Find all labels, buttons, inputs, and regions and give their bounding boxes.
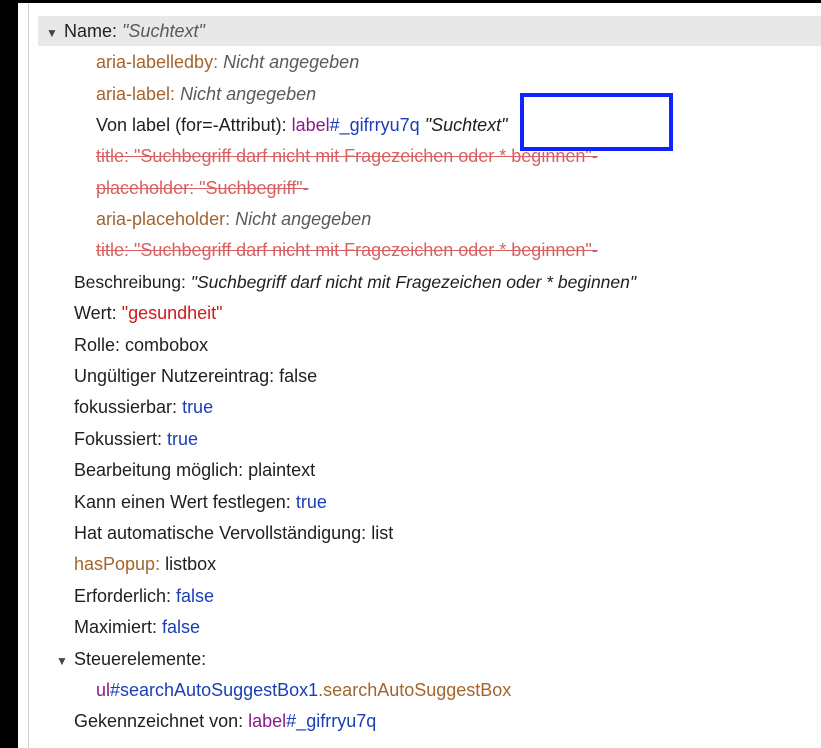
property-haspopup: hasPopup: listbox xyxy=(74,549,216,579)
erforderlich-key: Erforderlich: xyxy=(74,586,172,606)
title2-key: title: xyxy=(96,240,130,260)
window-left-border xyxy=(0,0,18,748)
property-maximiert: Maximiert: false xyxy=(74,612,200,642)
ungueltig-key: Ungültiger Nutzereintrag: xyxy=(74,366,275,386)
rolle-value: combobox xyxy=(125,335,209,355)
tree-node-name[interactable]: ▼ Name: "Suchtext" xyxy=(46,16,205,46)
aria-placeholder-value: Nicht angegeben xyxy=(235,209,372,229)
gekennzeichnet-key: Gekennzeichnet von: xyxy=(74,711,244,731)
steuerelemente-label: Steuerelemente: xyxy=(74,649,207,669)
von-label-ref-prefix[interactable]: label xyxy=(292,115,330,135)
kann-wert-value: true xyxy=(295,492,327,512)
autovervoll-value: list xyxy=(371,523,394,543)
gekennzeichnet-ref-id[interactable]: #_gifrryu7q xyxy=(286,711,376,731)
autovervoll-key: Hat automatische Vervollständigung: xyxy=(74,523,367,543)
property-aria-placeholder: aria-placeholder: Nicht angegeben xyxy=(96,204,371,234)
haspopup-value: listbox xyxy=(165,554,217,574)
name-value: "Suchtext" xyxy=(122,21,205,41)
wert-value: "gesundheit" xyxy=(121,303,223,323)
property-fokussiert: Fokussiert: true xyxy=(74,424,198,454)
property-aria-labelledby: aria-labelledby: Nicht angegeben xyxy=(96,47,359,77)
placeholder-value: "Suchbegriff" xyxy=(199,178,303,198)
panel-gutter xyxy=(18,0,28,748)
accessibility-properties-panel: ▼ Name: "Suchtext" aria-labelledby: Nicht… xyxy=(0,0,821,748)
aria-label-key: aria-label: xyxy=(96,84,176,104)
property-title-overridden-2: title: "Suchbegriff darf nicht mit Frage… xyxy=(96,235,598,265)
steuerelemente-ref-class[interactable]: .searchAutoSuggestBox xyxy=(318,680,511,700)
placeholder-key: placeholder: xyxy=(96,178,195,198)
property-ungueltig: Ungültiger Nutzereintrag: false xyxy=(74,361,317,391)
wert-key: Wert: xyxy=(74,303,117,323)
bearbeitung-value: plaintext xyxy=(248,460,316,480)
beschreibung-key: Beschreibung: xyxy=(74,272,186,292)
maximiert-key: Maximiert: xyxy=(74,617,158,637)
triangle-down-icon[interactable]: ▼ xyxy=(56,646,74,676)
von-label-key: Von label (for=-Attribut): xyxy=(96,115,287,135)
title2-value: "Suchbegriff darf nicht mit Fragezeichen… xyxy=(134,240,592,260)
von-label-value: "Suchtext" xyxy=(424,115,508,135)
property-beschreibung: Beschreibung: "Suchbegriff darf nicht mi… xyxy=(74,267,636,297)
rolle-key: Rolle: xyxy=(74,335,121,355)
property-kann-wert: Kann einen Wert festlegen: true xyxy=(74,487,327,517)
ungueltig-value: false xyxy=(279,366,318,386)
maximiert-value: false xyxy=(162,617,201,637)
beschreibung-value: "Suchbegriff darf nicht mit Fragezeichen… xyxy=(190,272,637,292)
aria-labelledby-key: aria-labelledby: xyxy=(96,52,219,72)
title-key: title: xyxy=(96,146,130,166)
triangle-down-icon[interactable]: ▼ xyxy=(46,18,64,48)
property-fokussierbar: fokussierbar: true xyxy=(74,392,213,422)
steuerelemente-ref-id[interactable]: #searchAutoSuggestBox1 xyxy=(110,680,318,700)
window-top-border xyxy=(18,0,821,3)
aria-labelledby-value: Nicht angegeben xyxy=(223,52,360,72)
kann-wert-key: Kann einen Wert festlegen: xyxy=(74,492,291,512)
property-autovervollstaendigung: Hat automatische Vervollständigung: list xyxy=(74,518,393,548)
gekennzeichnet-ref-prefix[interactable]: label xyxy=(248,711,286,731)
fokussiert-value: true xyxy=(167,429,199,449)
placeholder-suffix: - xyxy=(302,178,309,198)
fokussierbar-key: fokussierbar: xyxy=(74,397,178,417)
fokussiert-key: Fokussiert: xyxy=(74,429,163,449)
property-bearbeitung: Bearbeitung möglich: plaintext xyxy=(74,455,315,485)
property-wert: Wert: "gesundheit" xyxy=(74,298,223,328)
aria-placeholder-key: aria-placeholder: xyxy=(96,209,231,229)
title2-suffix: - xyxy=(591,240,598,260)
steuerelemente-ref-prefix[interactable]: ul xyxy=(96,680,110,700)
name-label: Name: xyxy=(64,21,118,41)
haspopup-key: hasPopup: xyxy=(74,554,161,574)
property-von-label: Von label (for=-Attribut): label#_gifrry… xyxy=(96,110,508,140)
property-rolle: Rolle: combobox xyxy=(74,330,208,360)
tree-node-steuerelemente[interactable]: ▼ Steuerelemente: xyxy=(56,644,206,674)
property-erforderlich: Erforderlich: false xyxy=(74,581,214,611)
property-placeholder-overridden: placeholder: "Suchbegriff"- xyxy=(96,173,309,203)
property-gekennzeichnet: Gekennzeichnet von: label#_gifrryu7q xyxy=(74,706,376,736)
erforderlich-value: false xyxy=(176,586,215,606)
aria-label-value: Nicht angegeben xyxy=(180,84,317,104)
property-aria-label: aria-label: Nicht angegeben xyxy=(96,79,316,109)
gutter-divider xyxy=(28,0,29,748)
bearbeitung-key: Bearbeitung möglich: xyxy=(74,460,244,480)
highlight-annotation-box xyxy=(520,93,673,151)
steuerelemente-ref[interactable]: ul#searchAutoSuggestBox1.searchAutoSugge… xyxy=(96,675,511,705)
fokussierbar-value: true xyxy=(182,397,214,417)
von-label-ref-id[interactable]: #_gifrryu7q xyxy=(330,115,420,135)
